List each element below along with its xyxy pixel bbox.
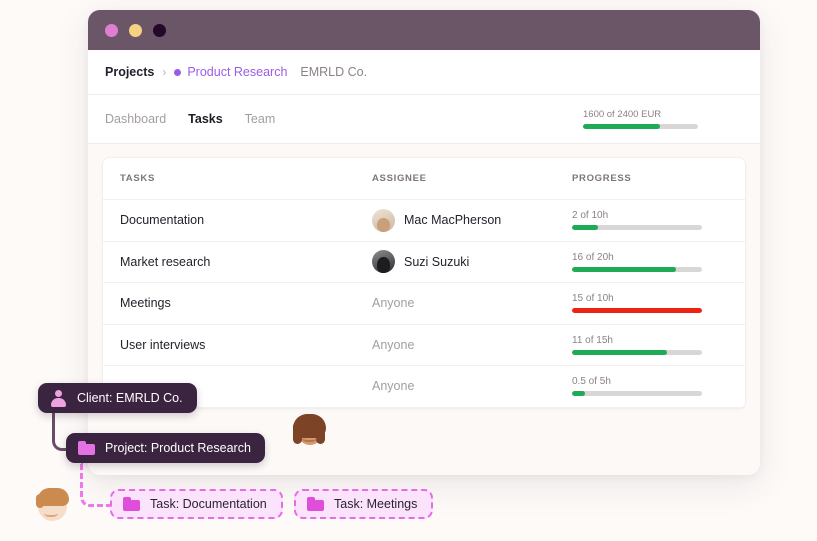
avatar [372,208,395,232]
task-name: User interviews [120,337,206,352]
chip-client[interactable]: Client: EMRLD Co. [38,383,197,413]
dark-dot[interactable] [153,23,166,37]
budget-progress-fill [583,124,661,129]
assignee-name: Anyone [372,296,415,311]
budget-progress-track [583,124,698,129]
progress-track [572,308,702,314]
folder-icon [306,495,325,514]
column-header-progress: PROGRESS [572,173,632,184]
task-name: Documentation [120,213,205,228]
table-header-row: TASKS ASSIGNEE PROGRESS [103,158,745,200]
table-row[interactable]: Market research Suzi Suzuki 16 of 20h [103,242,745,283]
progress-cell: 16 of 20h [572,252,728,272]
table-row[interactable]: Meetings Anyone 15 of 10h [103,283,745,325]
decorative-face-left [34,487,72,525]
progress-track [572,266,702,272]
progress-fill [572,225,598,231]
decorative-face-right [292,414,326,448]
pink-dot[interactable] [105,23,118,37]
budget-indicator: 1600 of 2400 EUR [583,109,698,129]
chip-client-label: Client: EMRLD Co. [77,391,183,405]
assignee-name: Anyone [372,379,415,394]
progress-cell: 2 of 10h [572,210,728,231]
progress-fill [572,266,676,272]
table-row[interactable]: Anyone 0.5 of 5h [103,366,745,408]
task-name: Meetings [120,296,171,311]
chip-project-label: Project: Product Research [105,441,251,455]
progress-cell: 11 of 15h [572,335,728,355]
tab-team[interactable]: Team [245,112,276,126]
chevron-right-icon: › [162,65,167,79]
progress-label: 0.5 of 5h [572,376,611,388]
progress-cell: 0.5 of 5h [572,376,728,397]
window-titlebar [88,10,760,50]
progress-fill [572,391,585,397]
progress-track [572,391,702,397]
breadcrumb-client-label: EMRLD Co. [300,65,368,79]
progress-track [572,225,702,231]
chip-task-meetings-label: Task: Meetings [334,497,418,511]
progress-label: 16 of 20h [572,251,614,263]
progress-cell: 15 of 10h [572,293,728,314]
tab-dashboard[interactable]: Dashboard [105,112,166,126]
progress-track [572,349,702,355]
folder-icon [77,439,96,458]
assignee-cell[interactable]: Anyone [372,338,572,352]
progress-label: 2 of 10h [572,210,609,222]
progress-fill [572,349,667,355]
tab-bar: Dashboard Tasks Team 1600 of 2400 EUR [88,95,760,144]
tasks-panel: TASKS ASSIGNEE PROGRESS Documentation Ma… [88,144,760,475]
progress-fill [572,308,702,314]
yellow-dot[interactable] [129,23,142,37]
breadcrumb-project-link[interactable]: Product Research [187,65,287,79]
assignee-cell[interactable]: Mac MacPherson [372,208,572,232]
progress-label: 15 of 10h [572,293,614,305]
progress-label: 11 of 15h [572,334,613,346]
project-status-dot-icon [174,68,182,76]
tasks-table: TASKS ASSIGNEE PROGRESS Documentation Ma… [102,157,746,409]
budget-label: 1600 of 2400 EUR [583,109,662,120]
assignee-cell[interactable]: Suzi Suzuki [372,250,572,274]
assignee-name: Anyone [372,337,415,352]
breadcrumb: Projects › Product Research EMRLD Co. [88,50,760,95]
assignee-name: Suzi Suzuki [404,254,470,269]
chip-task-documentation[interactable]: Task: Documentation [110,489,283,519]
column-header-tasks: TASKS [120,173,155,184]
breadcrumb-projects-link[interactable]: Projects [105,65,154,79]
chip-task-meetings[interactable]: Task: Meetings [294,489,434,519]
tab-tasks[interactable]: Tasks [188,112,223,126]
chip-project[interactable]: Project: Product Research [66,433,265,463]
table-row[interactable]: User interviews Anyone 11 of 15h [103,325,745,366]
person-icon [49,389,68,408]
task-name: Market research [120,254,211,269]
column-header-assignee: ASSIGNEE [372,173,427,184]
folder-icon [122,495,141,514]
chip-task-documentation-label: Task: Documentation [150,497,267,511]
assignee-name: Mac MacPherson [404,213,502,228]
assignee-cell[interactable]: Anyone [372,379,572,393]
avatar [372,250,395,274]
table-row[interactable]: Documentation Mac MacPherson 2 of 10h [103,200,745,242]
assignee-cell[interactable]: Anyone [372,296,572,310]
